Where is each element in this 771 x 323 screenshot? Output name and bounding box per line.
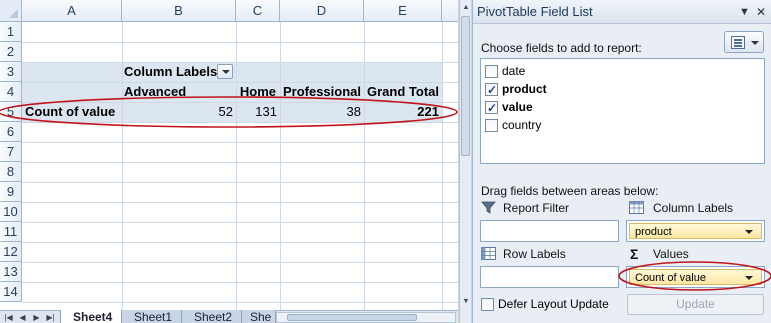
column-labels-area-label: Column Labels <box>653 201 734 215</box>
field-label-value: value <box>502 100 533 114</box>
field-item-value[interactable]: value <box>485 98 533 117</box>
column-header-c[interactable]: C <box>236 0 280 22</box>
column-labels-icon <box>629 201 644 214</box>
scroll-up-icon[interactable]: ▲ <box>460 2 472 14</box>
sheet-tab-sheet3[interactable]: She <box>241 310 277 323</box>
pivot-header-advanced[interactable]: Advanced <box>124 82 186 102</box>
layout-options-button[interactable] <box>724 31 764 53</box>
row-header-1[interactable]: 1 <box>0 22 22 42</box>
update-button[interactable]: Update <box>627 294 764 315</box>
row-header-3[interactable]: 3 <box>0 62 22 82</box>
prev-sheet-icon[interactable]: ◀ <box>16 311 29 323</box>
field-item-country[interactable]: country <box>485 116 541 134</box>
field-label-product: product <box>502 82 547 96</box>
defer-layout-label: Defer Layout Update <box>498 297 609 311</box>
values-chip-count-of-value[interactable]: Count of value <box>629 269 762 285</box>
field-checkbox-product[interactable] <box>485 81 498 99</box>
field-checkbox-country[interactable] <box>485 119 498 133</box>
column-header-a[interactable]: A <box>22 0 122 22</box>
filter-icon <box>481 201 496 214</box>
pivot-row-label[interactable]: Count of value <box>25 102 115 122</box>
sheet-tab-sheet4[interactable]: Sheet4 <box>60 310 126 323</box>
column-header-d[interactable]: D <box>280 0 364 22</box>
horizontal-scroll-thumb[interactable] <box>287 314 417 321</box>
pivot-field-list-pane: PivotTable Field List ▼ ✕ Choose fields … <box>472 0 771 323</box>
sigma-icon: Σ <box>630 246 639 262</box>
column-header-e[interactable]: E <box>364 0 442 22</box>
report-filter-drop-area[interactable] <box>480 220 619 242</box>
row-header-7[interactable]: 7 <box>0 142 22 162</box>
pane-options-dropdown-icon[interactable]: ▼ <box>739 0 750 24</box>
column-header-f[interactable] <box>442 0 458 22</box>
pane-title: PivotTable Field List <box>473 0 771 24</box>
vertical-scrollbar[interactable]: ▲ ▼ <box>459 0 471 323</box>
pivot-header-grand-total[interactable]: Grand Total <box>364 82 439 102</box>
values-area-label: Values <box>653 247 689 261</box>
column-labels-chip-product[interactable]: product <box>629 223 762 239</box>
row-labels-drop-area[interactable] <box>480 266 619 288</box>
pivot-header-home[interactable]: Home <box>236 82 276 102</box>
last-sheet-icon[interactable]: ▶| <box>44 311 57 323</box>
field-checkbox-value[interactable] <box>485 99 498 117</box>
column-labels-filter-button[interactable] <box>217 64 233 79</box>
pivot-value-professional[interactable]: 38 <box>280 102 361 122</box>
pivot-header-professional[interactable]: Professional <box>280 82 361 102</box>
sheet-tab-sheet2[interactable]: Sheet2 <box>181 310 246 323</box>
choose-fields-label: Choose fields to add to report: <box>481 41 642 55</box>
row-header-11[interactable]: 11 <box>0 222 22 242</box>
row-header-9[interactable]: 9 <box>0 182 22 202</box>
row-header-14[interactable]: 14 <box>0 282 22 302</box>
field-list: date product value country <box>480 58 765 164</box>
next-sheet-icon[interactable]: ▶ <box>30 311 43 323</box>
row-header-12[interactable]: 12 <box>0 242 22 262</box>
drag-fields-label: Drag fields between areas below: <box>481 184 659 198</box>
row-header-4[interactable]: 4 <box>0 82 22 102</box>
pivot-value-grand-total[interactable]: 221 <box>364 102 439 122</box>
select-all-corner[interactable] <box>0 0 22 22</box>
close-icon[interactable]: ✕ <box>756 0 766 24</box>
pivot-column-labels-caption[interactable]: Column Labels <box>124 62 217 82</box>
values-drop-area[interactable]: Count of value <box>626 266 765 288</box>
pivot-value-advanced[interactable]: 52 <box>122 102 233 122</box>
column-header-b[interactable]: B <box>122 0 236 22</box>
first-sheet-icon[interactable]: |◀ <box>2 311 15 323</box>
horizontal-scrollbar[interactable] <box>276 312 456 323</box>
row-labels-area-label: Row Labels <box>503 247 566 261</box>
sheet-tab-sheet1[interactable]: Sheet1 <box>121 310 186 323</box>
row-header-6[interactable]: 6 <box>0 122 22 142</box>
column-labels-drop-area[interactable]: product <box>626 220 765 242</box>
spreadsheet-grid[interactable]: A B C D E 1 2 3 4 5 6 7 8 9 10 11 12 13 … <box>0 0 458 323</box>
row-labels-icon <box>481 247 496 260</box>
field-list-layout-icon <box>731 36 745 49</box>
row-header-8[interactable]: 8 <box>0 162 22 182</box>
row-header-10[interactable]: 10 <box>0 202 22 222</box>
defer-layout-checkbox[interactable] <box>481 298 494 312</box>
defer-layout-update[interactable]: Defer Layout Update <box>481 296 609 312</box>
row-header-5[interactable]: 5 <box>0 102 22 122</box>
field-item-date[interactable]: date <box>485 62 525 80</box>
vertical-scroll-thumb[interactable] <box>461 16 470 156</box>
field-label-country: country <box>502 118 542 132</box>
sheet-tab-bar: |◀ ◀ ▶ ▶| Sheet4 Sheet1 Sheet2 She <box>0 310 458 323</box>
chevron-down-icon <box>751 41 759 45</box>
row-header-13[interactable]: 13 <box>0 262 22 282</box>
row-header-2[interactable]: 2 <box>0 42 22 62</box>
field-item-product[interactable]: product <box>485 80 547 99</box>
pivot-value-home[interactable]: 131 <box>236 102 277 122</box>
field-checkbox-date[interactable] <box>485 65 498 79</box>
field-label-date: date <box>502 64 526 78</box>
scroll-down-icon[interactable]: ▼ <box>460 296 472 308</box>
report-filter-label: Report Filter <box>503 201 570 215</box>
